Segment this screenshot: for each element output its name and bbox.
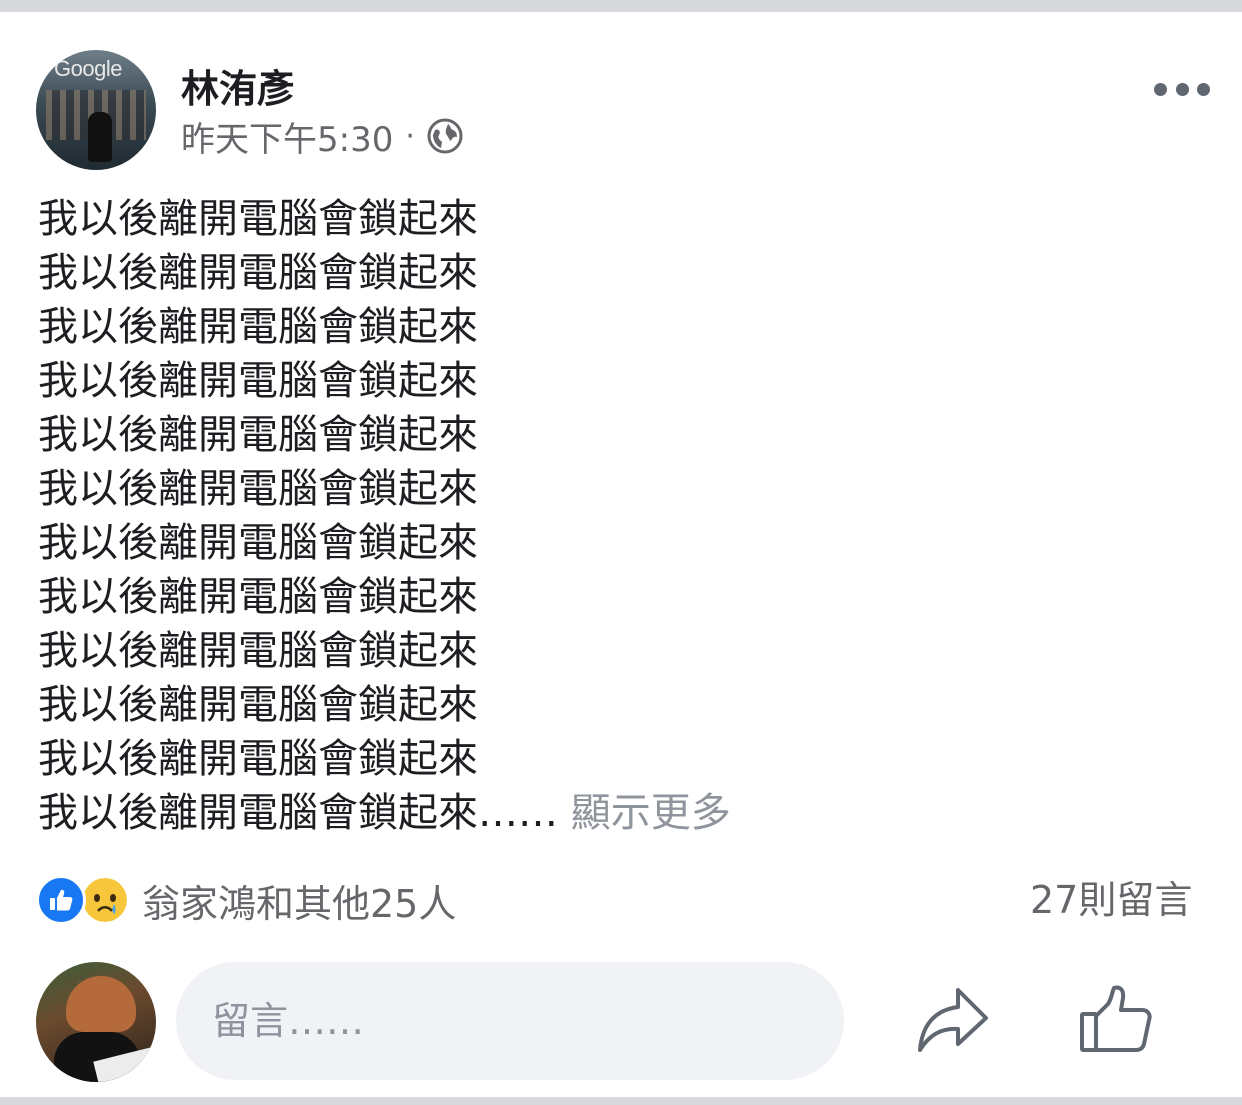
post-line: 我以後離開電腦會鎖起來: [38, 304, 478, 350]
post-meta: 昨天下午5:30 ·: [181, 112, 463, 161]
post-line: 我以後離開電腦會鎖起來: [38, 358, 478, 404]
post-line-text: 我以後離開電腦會鎖起來……: [38, 790, 558, 836]
avatar-logo-text: Google: [54, 56, 122, 81]
avatar-hair: [66, 976, 136, 1032]
post-line: 我以後離開電腦會鎖起來: [38, 520, 478, 566]
post-line: 我以後離開電腦會鎖起來: [38, 466, 478, 512]
sad-face-icon: [83, 878, 127, 922]
post-line: 我以後離開電腦會鎖起來: [38, 682, 478, 728]
reactors-text: 翁家鴻和其他25人: [142, 881, 457, 926]
like-reaction-icon: [36, 875, 86, 925]
like-button[interactable]: [1076, 984, 1156, 1056]
top-separator: [0, 0, 1242, 12]
post-line: 我以後離開電腦會鎖起來: [38, 628, 478, 674]
thumbs-up-icon: [1080, 985, 1152, 1052]
post-body: 我以後離開電腦會鎖起來 我以後離開電腦會鎖起來 我以後離開電腦會鎖起來 我以後離…: [38, 192, 731, 840]
post-line: 我以後離開電腦會鎖起來: [38, 196, 478, 242]
comment-input[interactable]: [176, 962, 844, 1080]
more-options-button[interactable]: [1154, 76, 1210, 102]
current-user-avatar: [36, 962, 156, 1082]
comment-count-link[interactable]: 27則留言: [1030, 874, 1192, 926]
post-line: 我以後離開電腦會鎖起來: [38, 412, 478, 458]
post-timestamp[interactable]: 昨天下午5:30: [181, 112, 393, 161]
avatar-person: [88, 112, 112, 162]
reactions-summary[interactable]: 翁家鴻和其他25人: [36, 874, 456, 926]
more-dot: [1175, 82, 1189, 96]
author-name[interactable]: 林洧彥: [181, 58, 295, 113]
post-line: 我以後離開電腦會鎖起來: [38, 574, 478, 620]
see-more-link[interactable]: 顯示更多: [571, 790, 731, 836]
more-dot: [1197, 82, 1210, 96]
post-line: 我以後離開電腦會鎖起來: [38, 250, 478, 296]
sad-reaction-icon: [80, 875, 130, 925]
thumbs-up-icon: [50, 889, 73, 911]
share-icon: [918, 988, 988, 1052]
bottom-separator: [0, 1097, 1242, 1105]
more-dot: [1154, 82, 1167, 96]
meta-separator: ·: [405, 118, 415, 154]
post-line: 我以後離開電腦會鎖起來: [38, 736, 478, 782]
globe-icon: [427, 118, 463, 154]
post-last-line: 我以後離開電腦會鎖起來…… 顯示更多: [38, 786, 731, 840]
author-avatar[interactable]: Google: [36, 50, 156, 170]
share-button[interactable]: [914, 984, 992, 1056]
